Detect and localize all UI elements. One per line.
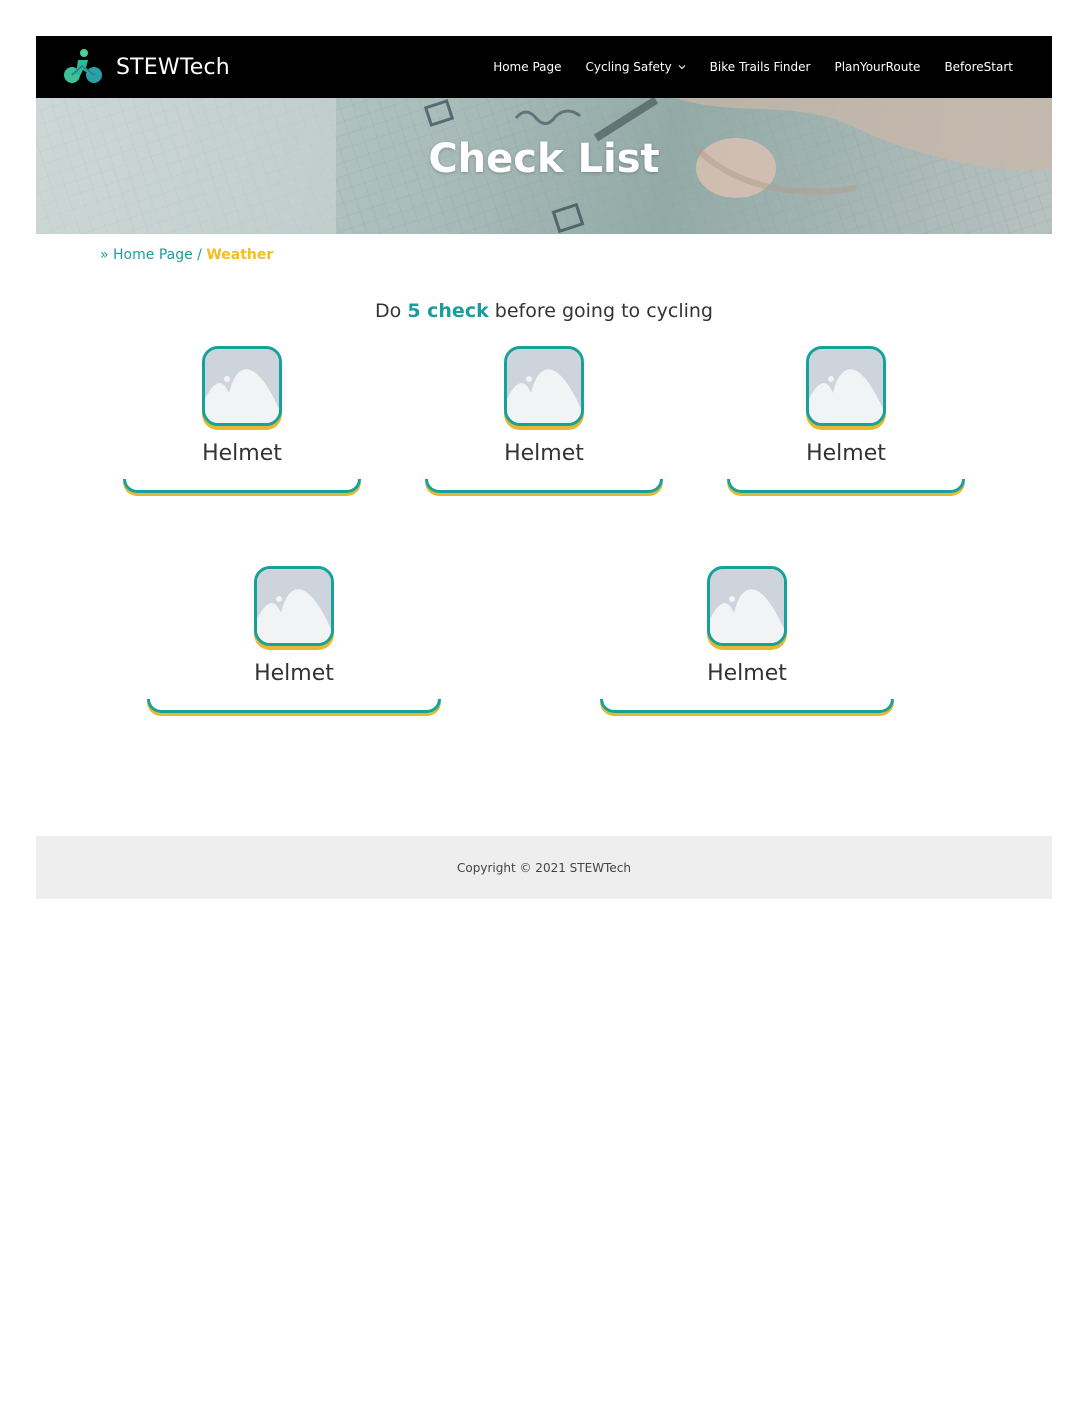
page-title: Check List — [428, 136, 660, 182]
image-placeholder-icon — [707, 566, 787, 646]
image-placeholder-icon — [806, 346, 886, 426]
page: STEWTech Home Page Cycling Safety Bike T… — [36, 36, 1052, 899]
image-placeholder-icon — [254, 566, 334, 646]
card-label: Helmet — [202, 441, 282, 466]
card-base — [147, 699, 441, 713]
checklist-row-1: Helmet Helmet Helmet — [36, 346, 1052, 566]
card-label: Helmet — [707, 661, 787, 686]
site-footer: Copyright © 2021 STEWTech — [36, 836, 1052, 899]
checklist-row-2: Helmet Helmet — [36, 566, 1052, 786]
breadcrumb-prefix: » — [100, 247, 109, 263]
nav-bike-trails-finder[interactable]: Bike Trails Finder — [710, 60, 811, 74]
card-label: Helmet — [504, 441, 584, 466]
card-label: Helmet — [254, 661, 334, 686]
hero-banner: Check List — [36, 98, 1052, 234]
breadcrumb: » Home Page / Weather — [100, 244, 1052, 266]
site-header: STEWTech Home Page Cycling Safety Bike T… — [36, 36, 1052, 98]
card-base — [727, 479, 965, 493]
intro-before: Do — [375, 300, 402, 322]
breadcrumb-separator: / — [197, 247, 202, 263]
breadcrumb-home-link[interactable]: Home Page — [113, 247, 193, 263]
nav-plan-your-route[interactable]: PlanYourRoute — [834, 60, 920, 74]
main-nav: Home Page Cycling Safety Bike Trails Fin… — [493, 60, 1013, 74]
nav-before-start[interactable]: BeforeStart — [944, 60, 1013, 74]
intro-heading: Do 5 check before going to cycling — [36, 300, 1052, 322]
card-base — [123, 479, 361, 493]
image-placeholder-icon — [202, 346, 282, 426]
nav-cycling-safety-label: Cycling Safety — [585, 60, 672, 74]
card-base — [600, 699, 894, 713]
cyclist-icon — [64, 49, 102, 83]
site-title: STEWTech — [116, 54, 230, 80]
brand[interactable]: STEWTech — [62, 46, 230, 88]
intro-accent: 5 check — [407, 300, 489, 322]
nav-cycling-safety[interactable]: Cycling Safety — [586, 60, 686, 74]
card-label: Helmet — [806, 441, 886, 466]
breadcrumb-current: Weather — [206, 247, 274, 263]
chevron-down-icon — [678, 65, 686, 70]
copyright-text: Copyright © 2021 STEWTech — [457, 860, 631, 875]
image-placeholder-icon — [504, 346, 584, 426]
intro-after: before going to cycling — [494, 300, 713, 322]
card-base — [425, 479, 663, 493]
nav-home-page[interactable]: Home Page — [493, 60, 561, 74]
